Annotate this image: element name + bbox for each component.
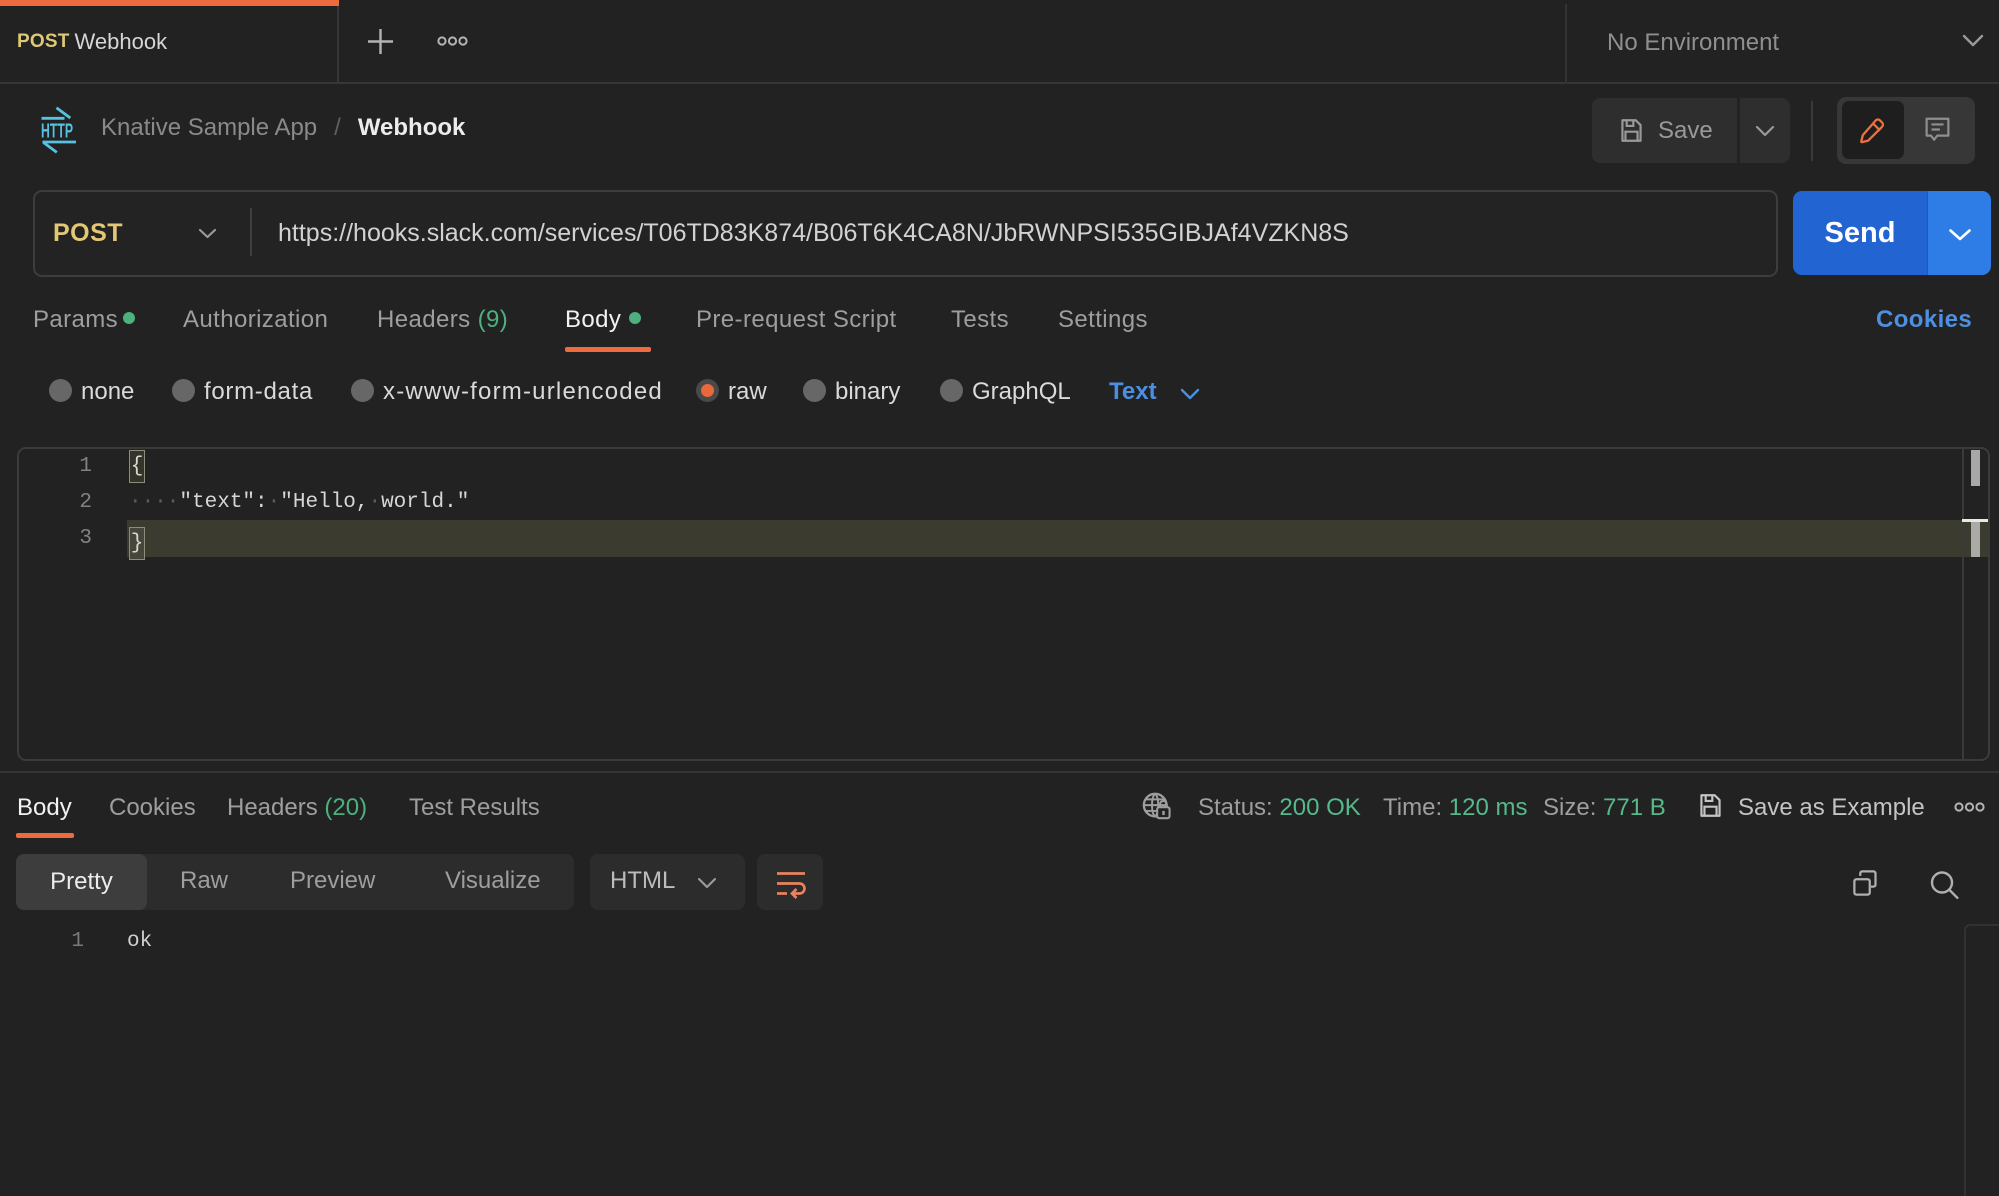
svg-text:HTTP: HTTP [41,121,73,143]
